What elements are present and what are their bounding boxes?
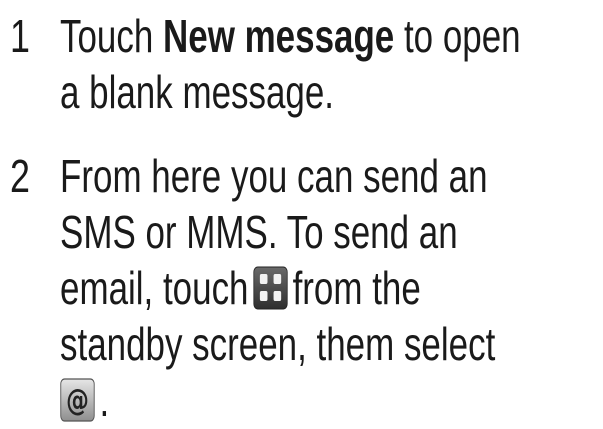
new-message-label: New message (163, 10, 395, 62)
instruction-text: . (99, 374, 110, 426)
step-text: Touch New message to open a blank messag… (60, 8, 600, 120)
step-line: email, touch from the (60, 260, 600, 316)
step-line: a blank message. (60, 66, 335, 118)
step-line: From here you can send an (60, 150, 488, 202)
svg-text:@: @ (66, 383, 89, 418)
step-line: standby screen, them select (60, 318, 496, 370)
step-line: SMS or MMS. To send an (60, 206, 458, 258)
step-line: Touch New message to open (60, 8, 600, 64)
manual-page: 1 Touch New message to open a blank mess… (0, 0, 603, 429)
step-number: 1 (10, 10, 30, 62)
at-sign-email-icon: @ (60, 378, 95, 422)
instruction-text: email, touch (60, 262, 249, 314)
step-line: @ . (60, 372, 600, 428)
step-text: From here you can send an SMS or MMS. To… (60, 148, 600, 428)
step-number: 2 (10, 150, 30, 202)
instruction-text: from the (292, 262, 421, 314)
apps-grid-icon (253, 266, 288, 310)
instruction-text: to open (394, 10, 521, 62)
instruction-text: Touch (60, 10, 164, 62)
